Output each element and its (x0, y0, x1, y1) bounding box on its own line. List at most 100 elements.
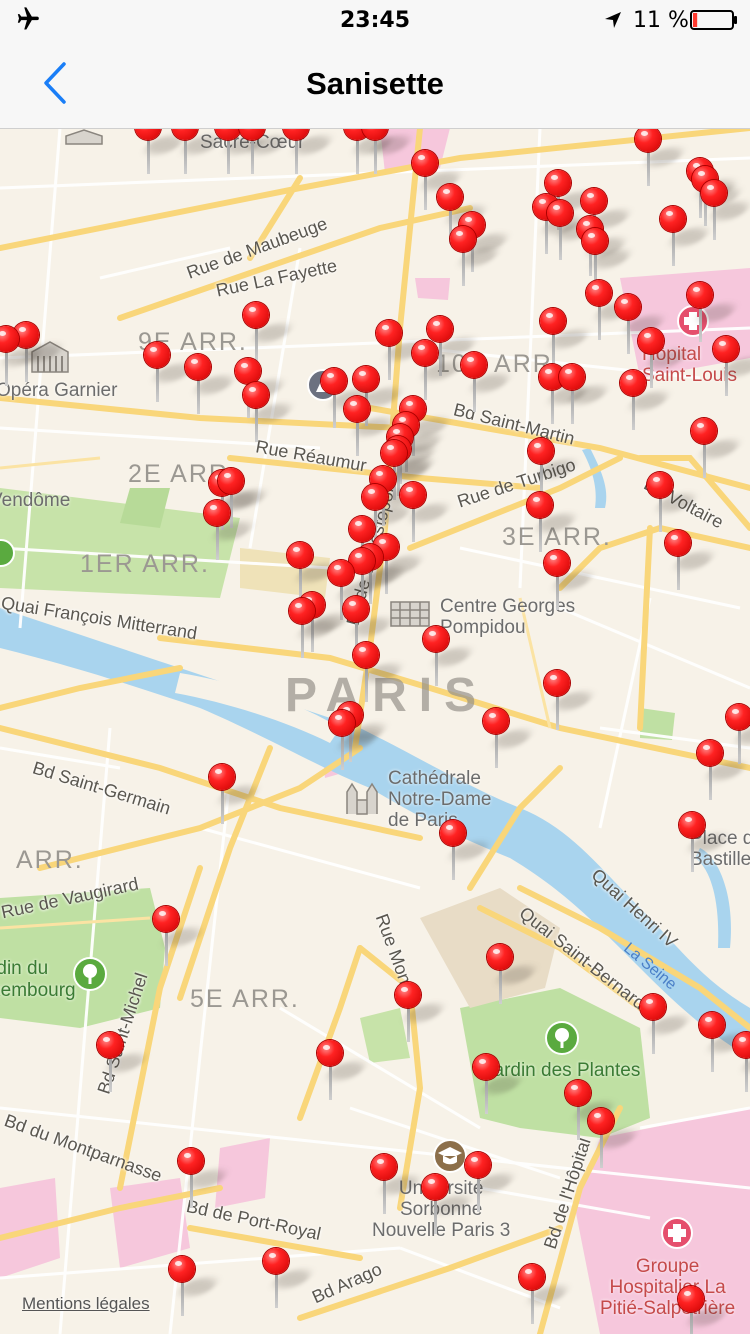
map-pin-marker[interactable] (634, 128, 688, 188)
map-pin-marker[interactable] (242, 382, 296, 444)
map-pin-marker[interactable] (696, 740, 750, 802)
map-pin-marker[interactable] (203, 500, 257, 562)
map-pin-marker[interactable] (686, 282, 740, 344)
map-pin-marker[interactable] (678, 812, 732, 874)
map-pin-marker[interactable] (526, 492, 580, 554)
map-pin-marker[interactable] (177, 1148, 231, 1210)
map-pin-marker[interactable] (208, 764, 262, 826)
pin-head (263, 1248, 289, 1274)
map-pin-marker[interactable] (712, 336, 750, 398)
map-pin-marker[interactable] (543, 550, 597, 612)
map-pin-marker[interactable] (664, 530, 718, 592)
map-pin-marker[interactable] (472, 1054, 526, 1116)
map-pin-marker[interactable] (690, 418, 744, 480)
pin-head (473, 1054, 499, 1080)
location-arrow-icon (605, 12, 621, 28)
pin-head (440, 820, 466, 846)
map-view[interactable]: 9E ARR. 10E ARR. 2E ARR. 1ER ARR. 3E ARR… (0, 128, 750, 1334)
map-pin-marker[interactable] (282, 128, 336, 176)
map-pin-marker[interactable] (184, 354, 238, 416)
pin-head (218, 468, 244, 494)
pin-head (400, 482, 426, 508)
map-pin-marker[interactable] (394, 982, 448, 1044)
map-pin-marker[interactable] (422, 626, 476, 688)
map-pin-marker[interactable] (587, 1108, 641, 1170)
map-pin-marker[interactable] (328, 710, 382, 772)
pin-head (353, 642, 379, 668)
pin-stem (556, 692, 559, 730)
map-pin-marker[interactable] (677, 1286, 731, 1334)
map-pin-marker[interactable] (518, 1264, 572, 1326)
map-pin-marker[interactable] (143, 342, 197, 404)
pin-head (0, 326, 19, 352)
map-pin-marker[interactable] (546, 200, 600, 262)
pin-stem (499, 966, 502, 1004)
pin-head (581, 188, 607, 214)
map-pin-marker[interactable] (316, 1040, 370, 1102)
map-pin-marker[interactable] (352, 642, 406, 704)
map-pin-marker[interactable] (460, 352, 514, 414)
park-tree-icon (545, 1021, 579, 1055)
pin-stem (295, 136, 298, 174)
map-pin-marker[interactable] (238, 128, 292, 176)
map-pin-marker[interactable] (698, 1012, 750, 1074)
map-pin-marker[interactable] (449, 226, 503, 288)
pin-head (565, 1080, 591, 1106)
map-pin-marker[interactable] (732, 1032, 750, 1094)
pin-stem (435, 648, 438, 686)
map-pin-marker[interactable] (619, 370, 673, 432)
map-pin-marker[interactable] (486, 944, 540, 1006)
map-pin-marker[interactable] (399, 482, 453, 544)
pin-stem (627, 316, 630, 354)
map-pin-marker[interactable] (411, 340, 465, 402)
map-pin-marker[interactable] (439, 820, 493, 882)
map-pin-marker[interactable] (539, 308, 593, 370)
pin-head (243, 382, 269, 408)
map-pin-marker[interactable] (411, 150, 465, 212)
map-pin-marker[interactable] (288, 598, 342, 660)
pin-stem (598, 302, 601, 340)
map-pin-marker[interactable] (527, 438, 581, 500)
pin-stem (647, 148, 650, 186)
map-pin-marker[interactable] (370, 1154, 424, 1216)
map-pin-marker[interactable] (168, 1256, 222, 1318)
map-pin-marker[interactable] (343, 396, 397, 458)
map-pin-marker[interactable] (659, 206, 713, 268)
pin-stem (556, 572, 559, 610)
park-tree-icon (73, 957, 107, 991)
pin-stem (388, 342, 391, 380)
pin-stem (412, 504, 415, 542)
map-pin-marker[interactable] (152, 906, 206, 968)
pin-stem (677, 552, 680, 590)
legal-link[interactable]: Mentions légales (22, 1294, 150, 1314)
pin-head (317, 1040, 343, 1066)
pin-head (527, 492, 553, 518)
pin-stem (434, 1196, 437, 1234)
map-pin-marker[interactable] (558, 364, 612, 426)
map-pin-marker[interactable] (725, 704, 750, 766)
map-pin-marker[interactable] (543, 670, 597, 732)
map-pin-marker[interactable] (646, 472, 700, 534)
map-pin-marker[interactable] (639, 994, 693, 1056)
park-label-luxembourg: Jardin du Luxembourg (0, 958, 76, 1001)
pin-head (328, 560, 354, 586)
pin-stem (221, 786, 224, 824)
map-pin-marker[interactable] (482, 708, 536, 770)
pin-head (528, 438, 554, 464)
map-pin-marker[interactable] (134, 128, 188, 176)
map-pin-marker[interactable] (585, 280, 639, 342)
map-pin-marker[interactable] (242, 302, 296, 364)
pin-stem (329, 1062, 332, 1100)
map-pin-marker[interactable] (361, 128, 415, 176)
pin-head (545, 170, 571, 196)
pin-head (699, 1012, 725, 1038)
pin-stem (711, 1034, 714, 1072)
map-pin-marker[interactable] (421, 1174, 475, 1236)
map-pin-marker[interactable] (262, 1248, 316, 1310)
pin-head (615, 294, 641, 320)
map-pin-marker[interactable] (0, 326, 46, 388)
pin-stem (551, 386, 554, 424)
map-pin-marker[interactable] (96, 1032, 150, 1094)
map-pin-marker[interactable] (171, 128, 225, 176)
map-pin-marker[interactable] (464, 1152, 518, 1214)
